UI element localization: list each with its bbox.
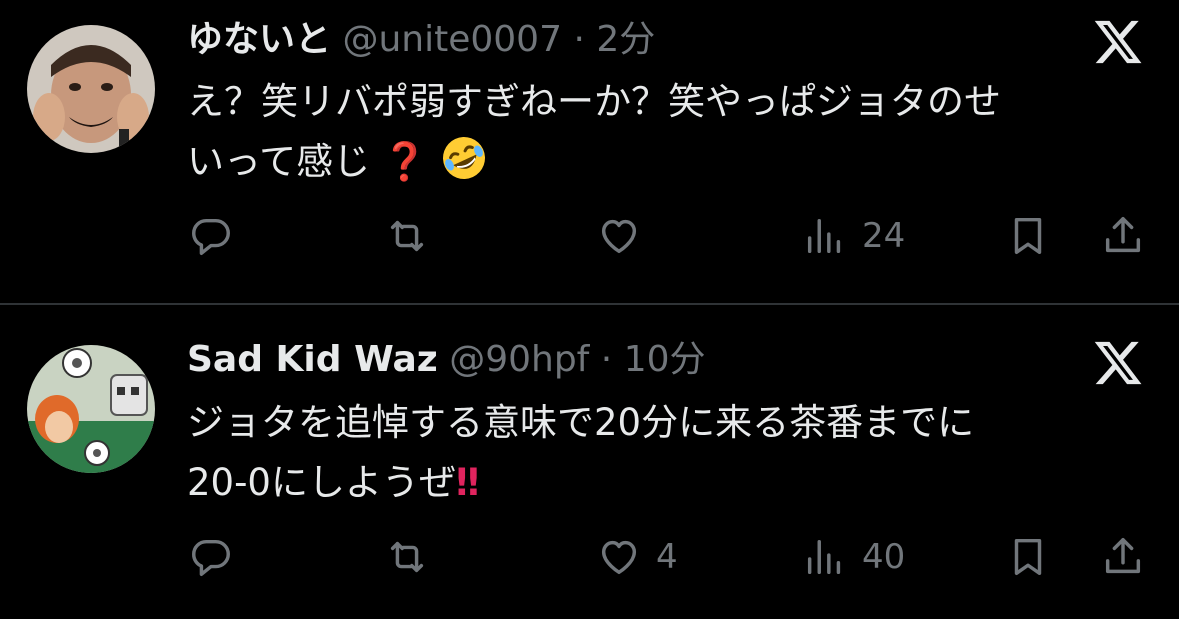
separator-dot: · bbox=[600, 339, 613, 380]
share-icon bbox=[1105, 538, 1141, 574]
display-name[interactable]: Sad Kid Waz bbox=[187, 339, 438, 380]
like-count: 4 bbox=[656, 537, 678, 577]
like-button[interactable] bbox=[596, 206, 656, 266]
x-logo-icon bbox=[1094, 341, 1142, 385]
timestamp[interactable]: 2分 bbox=[596, 19, 655, 60]
view-count: 24 bbox=[862, 216, 906, 256]
tweet-text-line-2: いって感じ ❓ bbox=[187, 132, 1147, 192]
heart-icon bbox=[601, 540, 637, 575]
avatar-image bbox=[27, 345, 155, 473]
view-count: 40 bbox=[862, 537, 906, 577]
retweet-icon bbox=[390, 220, 424, 252]
retweet-icon bbox=[390, 541, 424, 573]
rolling-on-the-floor-laughing-icon bbox=[442, 137, 485, 179]
heart-icon bbox=[601, 219, 637, 254]
double-exclamation-mark-icon: ‼ bbox=[455, 461, 479, 504]
views-icon bbox=[807, 218, 841, 254]
views-button[interactable]: 40 bbox=[802, 527, 905, 587]
bookmark-icon bbox=[1014, 538, 1042, 576]
views-icon bbox=[807, 539, 841, 575]
retweet-button[interactable] bbox=[384, 206, 430, 266]
tweet-header: Sad Kid Waz @90hpf · 10分 bbox=[187, 338, 706, 382]
avatar[interactable] bbox=[27, 25, 155, 153]
bookmark-button[interactable] bbox=[1005, 527, 1051, 587]
share-icon bbox=[1105, 217, 1141, 253]
tweet[interactable]: ゆないと @unite0007 · 2分 え？笑リバポ弱すぎねーか？笑やっぱジョ… bbox=[0, 0, 1179, 303]
tweet-text: え？笑リバポ弱すぎねーか？笑やっぱジョタのせ いって感じ ❓ bbox=[187, 72, 1147, 192]
share-button[interactable] bbox=[1100, 206, 1146, 266]
reply-icon bbox=[192, 539, 230, 576]
views-button[interactable]: 24 bbox=[802, 206, 905, 266]
tweet-actions: 4 40 bbox=[0, 527, 1179, 587]
tweet[interactable]: Sad Kid Waz @90hpf · 10分 ジョタを追悼する意味で20分に… bbox=[0, 305, 1179, 619]
reply-button[interactable] bbox=[188, 527, 234, 587]
like-button[interactable]: 4 bbox=[596, 527, 678, 587]
tweet-text-line: ジョタを追悼する意味で20分に来る茶番までに bbox=[187, 401, 975, 444]
x-logo-icon bbox=[1094, 20, 1142, 64]
tweet-header: ゆないと @unite0007 · 2分 bbox=[187, 18, 655, 62]
timestamp[interactable]: 10分 bbox=[624, 339, 706, 380]
tweet-text-line: 20-0にしようぜ bbox=[187, 461, 456, 504]
tweet-text-line: え？笑リバポ弱すぎねーか？笑やっぱジョタのせ bbox=[187, 80, 1001, 123]
share-button[interactable] bbox=[1100, 527, 1146, 587]
reply-icon bbox=[192, 218, 230, 255]
tweet-actions: 24 bbox=[0, 206, 1179, 266]
reply-button[interactable] bbox=[188, 206, 234, 266]
bookmark-icon bbox=[1014, 217, 1042, 255]
red-question-mark-icon: ❓ bbox=[381, 140, 428, 183]
tweet-text: ジョタを追悼する意味で20分に来る茶番までに 20-0にしようぜ‼ bbox=[187, 393, 1147, 513]
retweet-button[interactable] bbox=[384, 527, 430, 587]
separator-dot: · bbox=[573, 19, 585, 60]
avatar[interactable] bbox=[27, 345, 155, 473]
user-handle[interactable]: @unite0007 bbox=[342, 19, 562, 60]
tweet-text-line-2: 20-0にしようぜ‼ bbox=[187, 453, 1147, 513]
display-name[interactable]: ゆないと bbox=[187, 19, 331, 60]
bookmark-button[interactable] bbox=[1005, 206, 1051, 266]
avatar-image bbox=[27, 25, 155, 153]
tweet-text-line: いって感じ bbox=[187, 140, 371, 183]
user-handle[interactable]: @90hpf bbox=[449, 339, 589, 380]
